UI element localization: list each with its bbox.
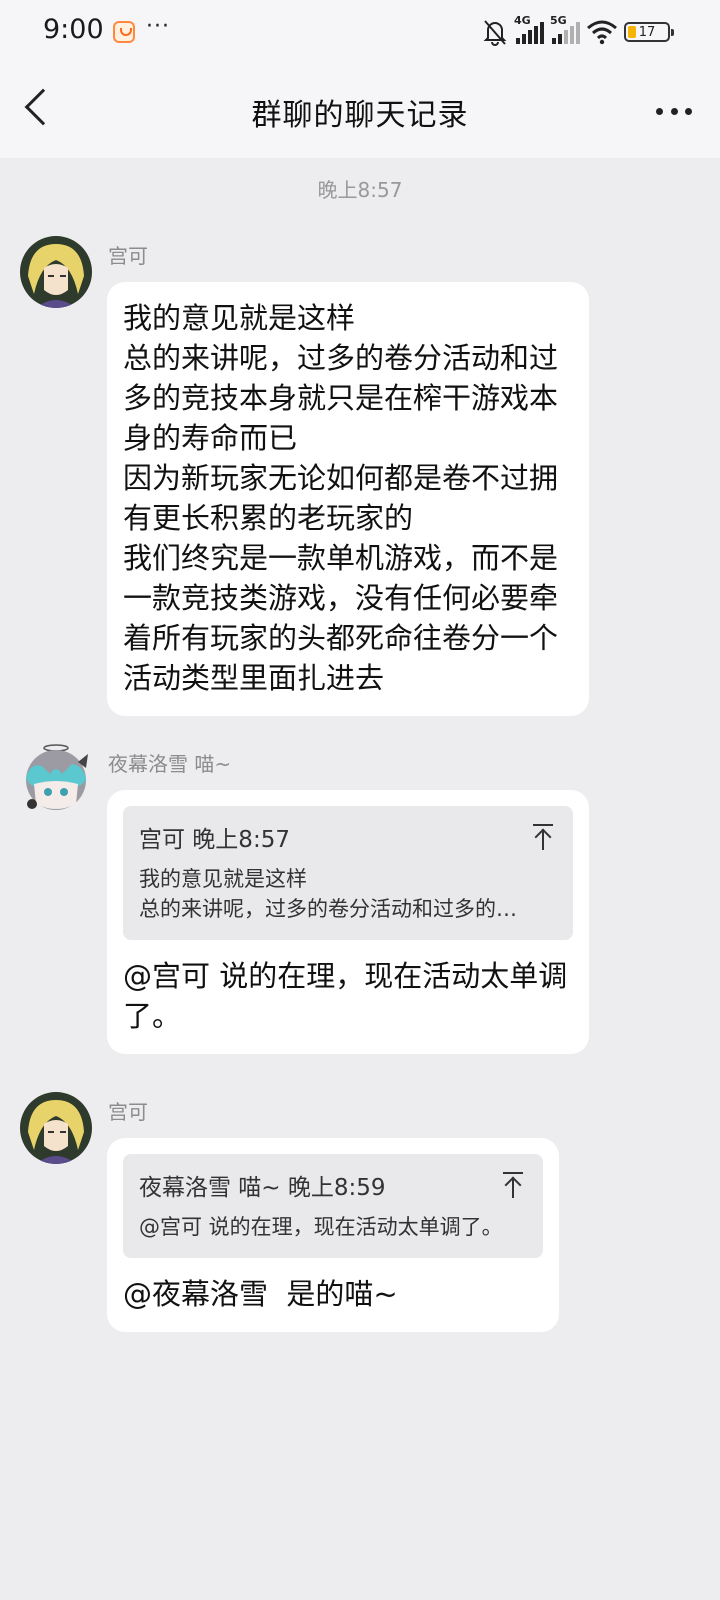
battery-icon: 17 <box>624 22 674 42</box>
avatar[interactable] <box>20 236 92 308</box>
sender-name: 宫可 <box>108 1100 148 1124</box>
message-text: 我的意见就是这样 总的来讲呢，过多的卷分活动和过多的竞技本身就只是在榨干游戏本身… <box>123 301 559 695</box>
message-text: @夜幕洛雪 是的喵~ <box>123 1277 398 1311</box>
quote-body: 我的意见就是这样 总的来讲呢，过多的卷分活动和过多的… <box>139 867 517 921</box>
quote-body: @宫可 说的在理，现在活动太单调了。 <box>139 1215 503 1239</box>
avatar[interactable] <box>20 1092 92 1164</box>
message-timestamp: 晚上8:57 <box>317 178 403 202</box>
network-5g-label: 5G <box>550 14 567 27</box>
quoted-message[interactable]: 宫可 晚上8:57 我的意见就是这样 总的来讲呢，过多的卷分活动和过多的… <box>123 806 573 940</box>
page-title: 群聊的聊天记录 <box>251 98 469 133</box>
sender-name: 夜幕洛雪 喵~ <box>108 752 232 776</box>
status-time: 9:00 <box>43 14 104 45</box>
message-bubble[interactable]: 宫可 晚上8:57 我的意见就是这样 总的来讲呢，过多的卷分活动和过多的… @宫… <box>107 790 589 1054</box>
quote-header: 夜幕洛雪 喵~ 晚上8:59 <box>139 1175 386 1201</box>
quote-header: 宫可 晚上8:57 <box>139 827 290 853</box>
mute-bell-icon <box>483 20 507 46</box>
more-options-icon[interactable] <box>656 108 692 116</box>
status-icons: 4G 5G 17 <box>482 14 674 48</box>
battery-level: 17 <box>638 24 656 40</box>
network-4g-label: 4G <box>514 14 531 27</box>
jump-to-original-icon[interactable] <box>503 1172 523 1198</box>
top-bar: 9:00 ··· 4G 5G 17 群聊的聊天记录 <box>0 0 720 158</box>
status-bar: 9:00 ··· 4G 5G 17 <box>0 0 720 64</box>
sender-name: 宫可 <box>108 244 148 268</box>
more-notifications-icon: ··· <box>146 14 170 39</box>
avatar[interactable] <box>20 744 92 816</box>
message-bubble[interactable]: 夜幕洛雪 喵~ 晚上8:59 @宫可 说的在理，现在活动太单调了。 @夜幕洛雪 … <box>107 1138 559 1332</box>
chat-record-header: 群聊的聊天记录 <box>0 64 720 158</box>
jump-to-original-icon[interactable] <box>533 824 553 850</box>
signal-4g-icon: 4G <box>514 14 544 44</box>
message-bubble[interactable]: 我的意见就是这样 总的来讲呢，过多的卷分活动和过多的竞技本身就只是在榨干游戏本身… <box>107 282 589 716</box>
wifi-icon <box>587 20 617 45</box>
signal-5g-icon: 5G <box>550 14 580 44</box>
message-text: @宫可 说的在理，现在活动太单调了。 <box>123 959 568 1033</box>
quoted-message[interactable]: 夜幕洛雪 喵~ 晚上8:59 @宫可 说的在理，现在活动太单调了。 <box>123 1154 543 1258</box>
app-notification-icon <box>113 21 135 43</box>
